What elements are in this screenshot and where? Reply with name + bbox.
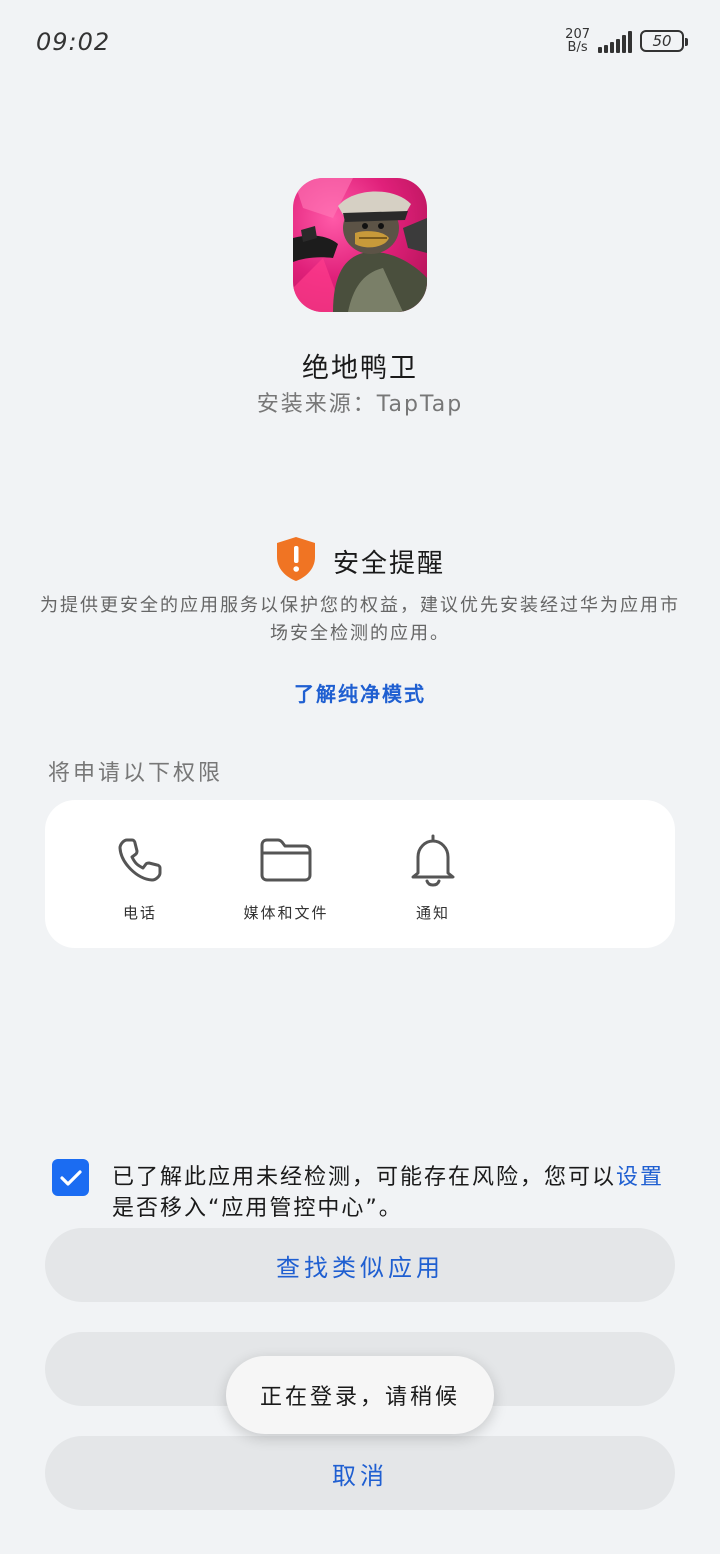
net-speed-indicator: 207 B/s <box>565 28 590 54</box>
checkmark-icon <box>59 1169 82 1186</box>
shield-warning-icon <box>275 536 317 586</box>
safety-title: 安全提醒 <box>332 548 445 579</box>
acknowledge-text-after: 是否移入“应用管控中心”。 <box>112 1196 403 1221</box>
pure-mode-link[interactable]: 了解纯净模式 <box>0 678 720 707</box>
battery-level: 50 <box>652 32 672 50</box>
permissions-card: 电话 媒体和文件 通知 <box>45 800 675 948</box>
acknowledge-checkbox[interactable] <box>52 1159 89 1196</box>
install-source: 安装来源：TapTap <box>256 392 464 417</box>
install-screen: 09:02 207 B/s 50 绝地鸭卫 安装来源：TapTap 安全提醒 为… <box>0 0 720 1554</box>
acknowledge-text: 已了解此应用未经检测，可能存在风险，您可以设置是否移入“应用管控中心”。 <box>112 1162 682 1224</box>
permission-label: 通知 <box>415 904 450 922</box>
bell-icon <box>405 832 461 888</box>
permission-label: 媒体和文件 <box>243 904 329 922</box>
permission-media-files[interactable]: 媒体和文件 <box>226 832 346 923</box>
acknowledge-text-before: 已了解此应用未经检测，可能存在风险，您可以 <box>112 1165 617 1190</box>
signal-icon <box>598 29 632 53</box>
safety-header: 安全提醒 <box>0 536 720 586</box>
permissions-heading: 将申请以下权限 <box>48 761 224 786</box>
safety-description: 为提供更安全的应用服务以保护您的权益，建议优先安装经过华为应用市场安全检测的应用… <box>40 595 680 644</box>
app-icon <box>293 178 427 312</box>
find-similar-button[interactable]: 查找类似应用 <box>45 1228 675 1302</box>
folder-icon <box>258 832 314 888</box>
app-name: 绝地鸭卫 <box>302 353 418 384</box>
settings-link[interactable]: 设置 <box>616 1165 664 1190</box>
permission-notification[interactable]: 通知 <box>373 832 493 923</box>
cancel-button[interactable]: 取消 <box>45 1436 675 1510</box>
permission-label: 电话 <box>122 904 157 922</box>
loading-toast: 正在登录，请稍候 <box>226 1356 494 1434</box>
phone-icon <box>112 832 168 888</box>
permission-phone[interactable]: 电话 <box>80 832 200 923</box>
net-speed-unit: B/s <box>567 40 588 55</box>
status-icons: 207 B/s 50 <box>565 26 688 56</box>
status-time: 09:02 <box>36 28 111 56</box>
battery-icon: 50 <box>640 30 688 52</box>
